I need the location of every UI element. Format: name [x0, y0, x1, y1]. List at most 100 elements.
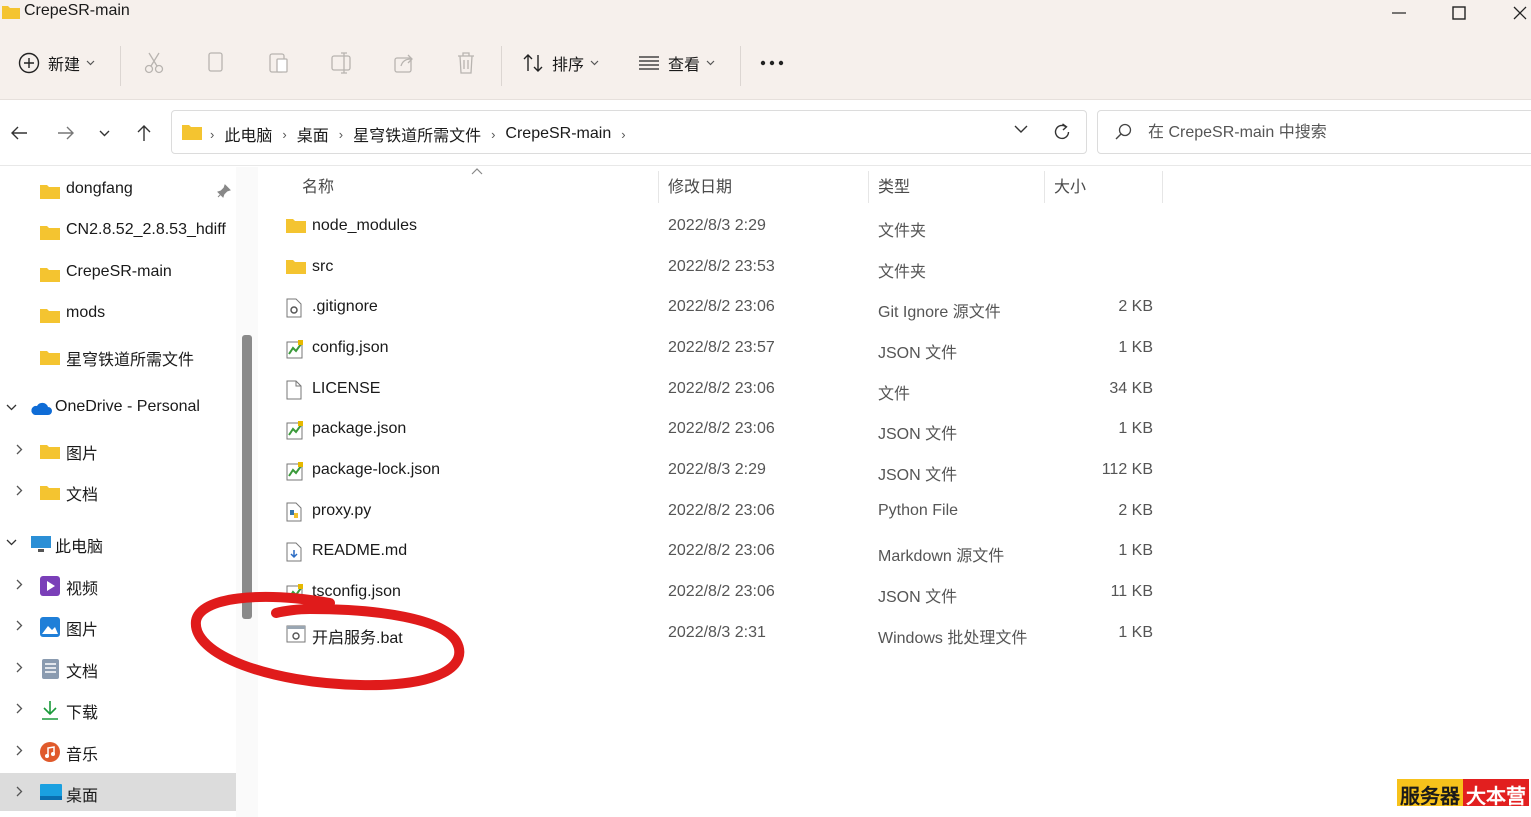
share-button[interactable] — [393, 48, 415, 78]
file-row[interactable]: package-lock.json 2022/8/3 2:29 JSON 文件 … — [282, 451, 1162, 491]
sidebar-item-pictures[interactable]: 图片 — [0, 607, 236, 645]
sidebar-scrollbar-thumb[interactable] — [242, 335, 252, 619]
recent-locations-button[interactable] — [89, 118, 119, 148]
column-divider[interactable] — [658, 171, 659, 203]
breadcrumb-item[interactable]: 此电脑 — [224, 122, 272, 146]
file-list: 名称 修改日期 类型 大小 node_modules 2022/8/3 2:29… — [258, 167, 1531, 817]
sidebar-item-music[interactable]: 音乐 — [0, 732, 236, 770]
sidebar-item-label: 此电脑 — [55, 539, 104, 556]
chevron-right-icon[interactable] — [16, 662, 23, 673]
file-row[interactable]: tsconfig.json 2022/8/2 23:06 JSON 文件 11 … — [282, 573, 1162, 613]
delete-button[interactable] — [456, 48, 476, 78]
chevron-down-icon — [590, 60, 599, 66]
new-label: 新建 — [48, 57, 81, 74]
sidebar-item-onedrive-pictures[interactable]: 图片 — [0, 431, 236, 469]
column-header-name[interactable]: 名称 — [302, 167, 334, 203]
more-options-button[interactable] — [760, 48, 784, 78]
folder-icon — [40, 226, 60, 240]
close-button[interactable] — [1497, 0, 1531, 26]
sidebar-item-onedrive-documents[interactable]: 文档 — [0, 472, 236, 510]
sidebar-item-label: 文档 — [66, 664, 99, 681]
chevron-down-icon[interactable] — [6, 539, 17, 546]
sidebar-item-desktop[interactable]: 桌面 — [0, 773, 236, 811]
file-name: package-lock.json — [312, 461, 441, 478]
pin-icon[interactable] — [217, 184, 231, 198]
sidebar-item-this-pc[interactable]: 此电脑 — [0, 524, 236, 562]
file-row[interactable]: config.json 2022/8/2 23:57 JSON 文件 1 KB — [282, 329, 1162, 369]
sidebar-item-dongfang[interactable]: dongfang — [0, 171, 236, 209]
sidebar-item-onedrive[interactable]: OneDrive - Personal — [0, 389, 236, 427]
json-file-icon — [286, 584, 303, 603]
file-row[interactable]: package.json 2022/8/2 23:06 JSON 文件 1 KB — [282, 410, 1162, 450]
arrow-left-icon — [11, 126, 27, 140]
file-row[interactable]: proxy.py 2022/8/2 23:06 Python File 2 KB — [282, 492, 1162, 532]
back-button[interactable] — [4, 118, 34, 148]
sidebar-item-crepesr-main[interactable]: CrepeSR-main — [0, 254, 236, 292]
sidebar-item-cn2852[interactable]: CN2.8.52_2.8.53_hdiff — [0, 212, 236, 250]
copy-button[interactable] — [206, 48, 226, 78]
share-icon — [394, 54, 413, 73]
column-divider[interactable] — [1162, 171, 1163, 203]
chevron-right-icon[interactable] — [16, 444, 23, 455]
search-input[interactable] — [1148, 121, 1508, 145]
chevron-right-icon[interactable] — [16, 620, 23, 631]
python-file-icon — [286, 502, 302, 522]
sidebar-item-mods[interactable]: mods — [0, 295, 236, 333]
config-file-icon — [286, 298, 302, 318]
up-button[interactable] — [129, 118, 159, 148]
file-row[interactable]: 开启服务.bat 2022/8/3 2:31 Windows 批处理文件 1 K… — [282, 614, 1162, 654]
paste-button[interactable] — [268, 48, 290, 78]
chevron-right-icon[interactable] — [16, 745, 23, 756]
column-header-date[interactable]: 修改日期 — [668, 167, 732, 203]
refresh-icon[interactable] — [1052, 122, 1072, 142]
sidebar-item-downloads[interactable]: 下载 — [0, 690, 236, 728]
file-type: 文件夹 — [878, 223, 927, 240]
chevron-right-icon: › — [338, 126, 344, 142]
cut-button[interactable] — [143, 48, 165, 78]
image-icon — [40, 617, 60, 637]
address-bar[interactable]: › 此电脑 › 桌面 › 星穹铁道所需文件 › CrepeSR-main › — [171, 110, 1087, 154]
column-header-size[interactable]: 大小 — [1054, 167, 1086, 203]
forward-button[interactable] — [51, 118, 81, 148]
json-file-icon — [286, 340, 303, 359]
chevron-right-icon[interactable] — [16, 579, 23, 590]
folder-icon — [182, 125, 202, 140]
view-button[interactable]: 查看 — [638, 48, 715, 78]
file-row[interactable]: README.md 2022/8/2 23:06 Markdown 源文件 1 … — [282, 532, 1162, 572]
file-row[interactable]: LICENSE 2022/8/2 23:06 文件 34 KB — [282, 370, 1162, 410]
file-type: JSON 文件 — [878, 345, 958, 362]
file-name: src — [312, 258, 334, 275]
column-header-type[interactable]: 类型 — [878, 167, 910, 203]
file-name: tsconfig.json — [312, 583, 401, 600]
chevron-right-icon: › — [282, 126, 287, 142]
file-row[interactable]: .gitignore 2022/8/2 23:06 Git Ignore 源文件… — [282, 288, 1162, 328]
file-row[interactable]: node_modules 2022/8/3 2:29 文件夹 — [282, 207, 1162, 247]
column-divider[interactable] — [868, 171, 869, 203]
rename-button[interactable] — [330, 48, 354, 78]
new-button[interactable]: 新建 — [18, 48, 95, 78]
sidebar-item-label: 视频 — [66, 581, 99, 598]
column-divider[interactable] — [1044, 171, 1045, 203]
window-title: CrepeSR-main — [24, 2, 130, 19]
breadcrumb-item[interactable]: 桌面 — [297, 122, 329, 146]
maximize-button[interactable] — [1436, 0, 1482, 26]
breadcrumb-item[interactable]: 星穹铁道所需文件 — [353, 122, 481, 146]
arrow-right-icon — [58, 126, 74, 140]
chevron-down-icon[interactable] — [1014, 125, 1028, 134]
chevron-right-icon[interactable] — [16, 786, 23, 797]
chevron-right-icon[interactable] — [16, 703, 23, 714]
file-row[interactable]: src 2022/8/2 23:53 文件夹 — [282, 248, 1162, 288]
sidebar-item-documents[interactable]: 文档 — [0, 649, 236, 687]
minimize-button[interactable] — [1376, 0, 1422, 26]
folder-icon — [40, 268, 60, 282]
chevron-right-icon[interactable] — [16, 485, 23, 496]
download-icon — [42, 701, 58, 720]
file-date: 2022/8/2 23:06 — [668, 502, 775, 519]
sidebar-item-videos[interactable]: 视频 — [0, 566, 236, 604]
sidebar-item-label: CrepeSR-main — [66, 263, 172, 280]
sidebar-item-starrail-files[interactable]: 星穹铁道所需文件 — [0, 337, 236, 375]
watermark-logo: 服务器 大本营 — [1397, 779, 1529, 808]
sort-button[interactable]: 排序 — [522, 48, 599, 78]
chevron-down-icon[interactable] — [6, 404, 17, 411]
breadcrumb-item[interactable]: CrepeSR-main — [505, 125, 611, 143]
